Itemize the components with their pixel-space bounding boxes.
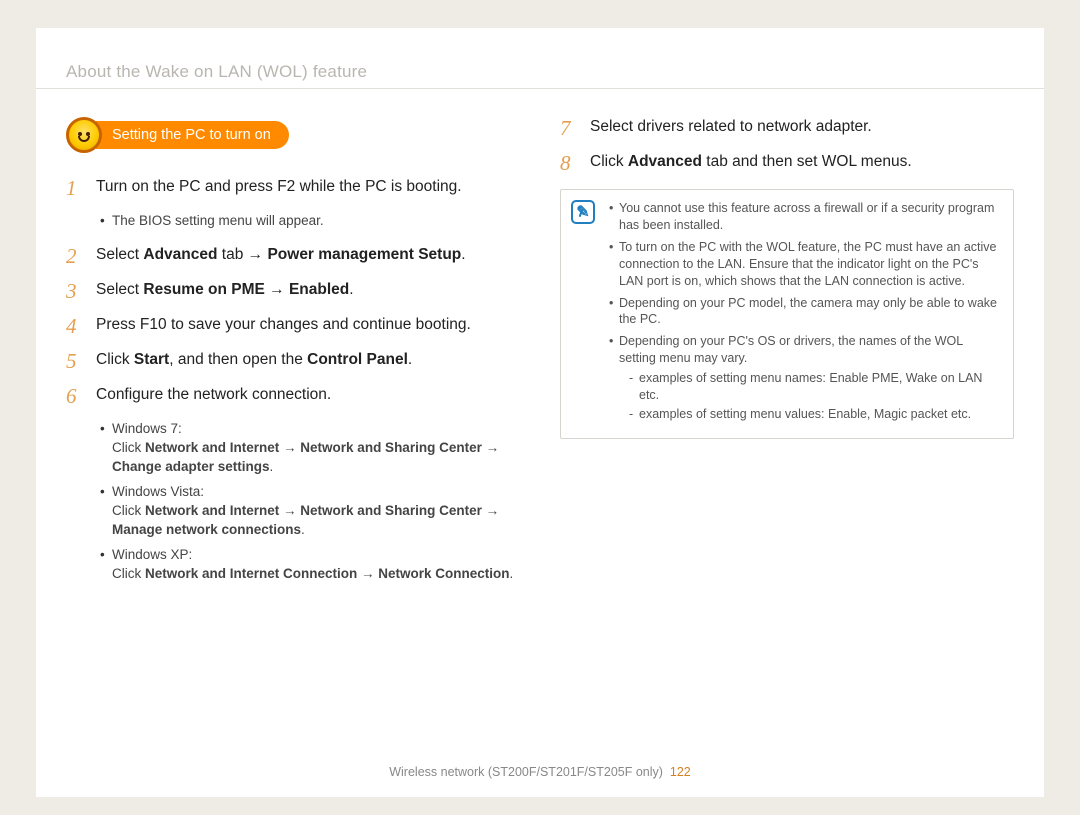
step-text: Configure the network connection.: [96, 385, 520, 406]
step: 2 Select Advanced tab → Power management …: [66, 245, 520, 268]
step: 6 Configure the network connection.: [66, 385, 520, 408]
step-text: Turn on the PC and press F2 while the PC…: [96, 177, 520, 198]
step-number: 3: [66, 280, 84, 303]
note-box: ✎ You cannot use this feature across a f…: [560, 189, 1014, 439]
left-column: Setting the PC to turn on 1 Turn on the P…: [66, 117, 520, 598]
page-title: About the Wake on LAN (WOL) feature: [36, 28, 1044, 89]
section-heading-label: Setting the PC to turn on: [96, 121, 289, 149]
smiley-badge-icon: [66, 117, 102, 153]
step-text: Click Start, and then open the Control P…: [96, 350, 520, 371]
step: 1 Turn on the PC and press F2 while the P…: [66, 177, 520, 200]
note-sublist: examples of setting menu names: Enable P…: [619, 370, 999, 423]
document-page: About the Wake on LAN (WOL) feature Sett…: [36, 28, 1044, 797]
step-text: Select Advanced tab → Power management S…: [96, 245, 520, 266]
note-item: To turn on the PC with the WOL feature, …: [609, 239, 999, 290]
step-subitem: The BIOS setting menu will appear.: [100, 212, 520, 231]
page-number: 122: [670, 765, 691, 779]
step-number: 2: [66, 245, 84, 268]
step-number: 5: [66, 350, 84, 373]
step-text: Press F10 to save your changes and conti…: [96, 315, 520, 336]
step-number: 4: [66, 315, 84, 338]
step-sublist: Windows 7:Click Network and Internet → N…: [66, 420, 520, 583]
step-text: Click Advanced tab and then set WOL menu…: [590, 152, 1014, 173]
right-steps-list: 7 Select drivers related to network adapt…: [560, 117, 1014, 175]
note-item: Depending on your PC's OS or drivers, th…: [609, 333, 999, 422]
step-text: Select drivers related to network adapte…: [590, 117, 1014, 138]
right-column: 7 Select drivers related to network adapt…: [560, 117, 1014, 598]
step: 7 Select drivers related to network adapt…: [560, 117, 1014, 140]
step-number: 7: [560, 117, 578, 140]
step-sublist: The BIOS setting menu will appear.: [66, 212, 520, 231]
step-number: 8: [560, 152, 578, 175]
step-subitem: Windows XP:Click Network and Internet Co…: [100, 546, 520, 584]
content-columns: Setting the PC to turn on 1 Turn on the P…: [36, 89, 1044, 598]
step: 3 Select Resume on PME → Enabled.: [66, 280, 520, 303]
note-item: Depending on your PC model, the camera m…: [609, 295, 999, 329]
step-number: 6: [66, 385, 84, 408]
left-steps-list: 1 Turn on the PC and press F2 while the P…: [66, 177, 520, 584]
step: 8 Click Advanced tab and then set WOL men…: [560, 152, 1014, 175]
step-text: Select Resume on PME → Enabled.: [96, 280, 520, 301]
step: 5 Click Start, and then open the Control …: [66, 350, 520, 373]
note-subitem: examples of setting menu names: Enable P…: [629, 370, 999, 404]
note-list: You cannot use this feature across a fir…: [609, 200, 999, 423]
step: 4 Press F10 to save your changes and cont…: [66, 315, 520, 338]
note-subitem: examples of setting menu values: Enable,…: [629, 406, 999, 423]
footer-text: Wireless network (ST200F/ST201F/ST205F o…: [389, 765, 663, 779]
section-heading: Setting the PC to turn on: [66, 117, 520, 153]
note-item: You cannot use this feature across a fir…: [609, 200, 999, 234]
step-subitem: Windows 7:Click Network and Internet → N…: [100, 420, 520, 477]
note-icon: ✎: [571, 200, 595, 224]
page-footer: Wireless network (ST200F/ST201F/ST205F o…: [36, 765, 1044, 779]
step-subitem: Windows Vista:Click Network and Internet…: [100, 483, 520, 540]
step-number: 1: [66, 177, 84, 200]
